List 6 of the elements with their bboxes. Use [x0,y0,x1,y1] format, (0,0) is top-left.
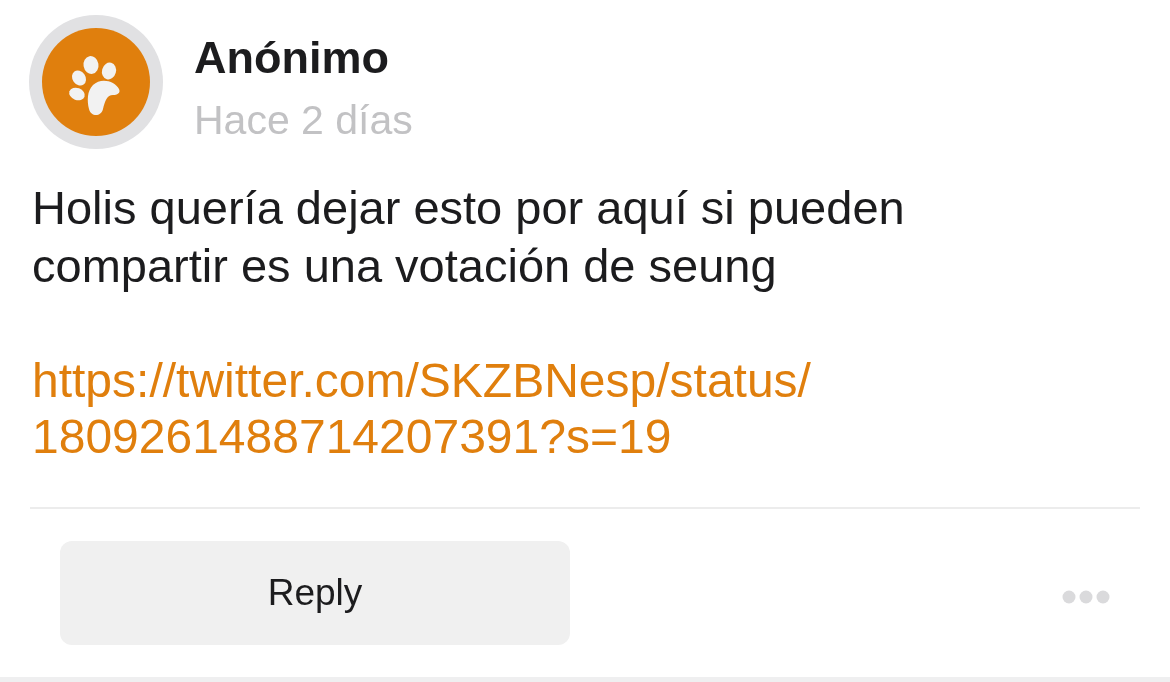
reply-button[interactable]: Reply [60,541,570,645]
avatar-paw-icon [29,15,163,149]
author-name: Anónimo [194,32,390,84]
post-time: Hace 2 días [194,96,413,145]
more-icon[interactable] [1062,590,1110,604]
post-text: Holis quería dejar esto por aquí si pueden compartir es una votación de seung [32,180,906,294]
